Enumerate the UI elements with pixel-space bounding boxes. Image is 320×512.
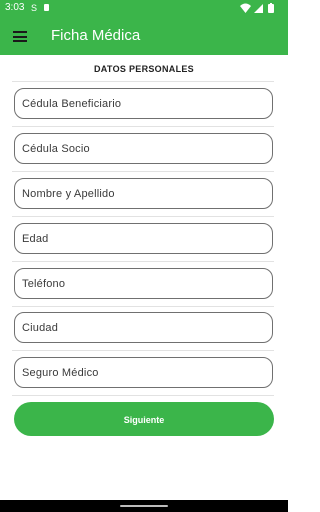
status-time: 3:03: [5, 2, 25, 13]
app-bar: Ficha Médica: [0, 17, 288, 55]
divider: [12, 126, 274, 127]
divider: [12, 216, 274, 217]
s-app-icon: S: [31, 3, 38, 13]
home-handle[interactable]: [120, 505, 168, 507]
section-header: DATOS PERSONALES: [94, 64, 194, 74]
divider: [12, 306, 274, 307]
cedula-socio-input[interactable]: [15, 134, 272, 163]
ciudad-field[interactable]: [14, 312, 273, 343]
cedula-beneficiario-field[interactable]: [14, 88, 273, 119]
divider: [12, 350, 274, 351]
cedula-beneficiario-input[interactable]: [15, 89, 272, 118]
battery-icon: [268, 3, 274, 13]
edad-field[interactable]: [14, 223, 273, 254]
telefono-input[interactable]: [15, 269, 272, 298]
divider: [12, 171, 274, 172]
divider: [12, 81, 274, 82]
signal-icon: [254, 4, 263, 13]
navigation-bar: [0, 500, 288, 512]
seguro-medico-field[interactable]: [14, 357, 273, 388]
nombre-apellido-input[interactable]: [15, 179, 272, 208]
next-button[interactable]: Siguiente: [14, 402, 274, 436]
cedula-socio-field[interactable]: [14, 133, 273, 164]
divider: [12, 261, 274, 262]
status-icons: [240, 2, 276, 14]
ciudad-input[interactable]: [15, 313, 272, 342]
status-bar: 3:03 S: [0, 0, 288, 17]
sim-card-icon: [44, 4, 49, 11]
hamburger-menu-icon[interactable]: [13, 31, 27, 42]
nombre-apellido-field[interactable]: [14, 178, 273, 209]
divider: [12, 395, 274, 396]
telefono-field[interactable]: [14, 268, 273, 299]
seguro-medico-input[interactable]: [15, 358, 272, 387]
edad-input[interactable]: [15, 224, 272, 253]
app-title: Ficha Médica: [51, 27, 141, 44]
wifi-icon: [240, 3, 251, 13]
